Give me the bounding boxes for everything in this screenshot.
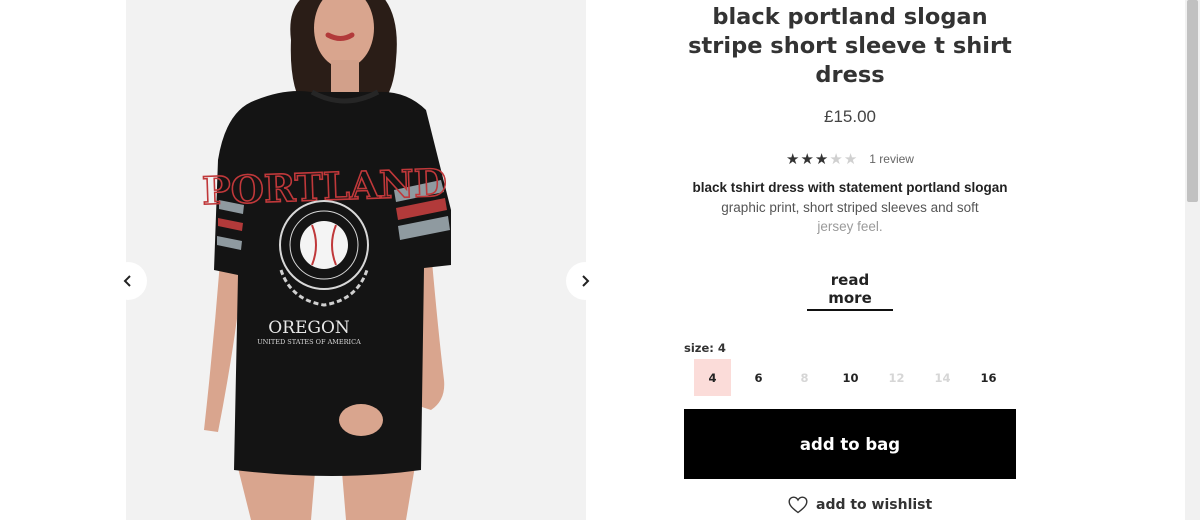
scrollbar-thumb[interactable] <box>1187 0 1198 202</box>
product-description: black tshirt dress with statement portla… <box>684 178 1016 237</box>
wishlist-label: add to wishlist <box>816 497 933 513</box>
next-image-button[interactable] <box>566 262 604 300</box>
product-title: black portland slogan stripe short sleev… <box>684 3 1016 90</box>
product-photo: PORTLAND OREGON UNITED STATES OF AMERICA <box>126 0 586 520</box>
size-option-6[interactable]: 6 <box>740 359 777 396</box>
size-option-14: 14 <box>934 370 951 385</box>
product-title-line: black portland slogan <box>712 4 988 30</box>
product-rating[interactable]: ★ ★ ★ ★ ★ 1 review <box>684 151 1016 167</box>
star-icon: ★ <box>786 150 800 168</box>
description-line: black tshirt dress with statement portla… <box>692 180 1008 195</box>
star-empty-icon: ★ <box>829 150 843 168</box>
page-scrollbar[interactable] <box>1185 0 1200 520</box>
size-option-8: 8 <box>800 370 809 385</box>
star-empty-icon: ★ <box>843 150 858 168</box>
product-title-line: stripe short sleeve t shirt <box>688 33 1012 59</box>
previous-image-button[interactable] <box>109 262 147 300</box>
product-image-gallery: PORTLAND OREGON UNITED STATES OF AMERICA <box>126 0 586 520</box>
size-option-16[interactable]: 16 <box>970 359 1007 396</box>
size-selector: 4 6 8 10 12 14 16 <box>694 359 1007 396</box>
chevron-left-icon <box>123 275 131 287</box>
print-state: OREGON <box>268 318 350 338</box>
size-label: size: 4 <box>684 341 726 355</box>
rating-stars: ★ ★ ★ ★ ★ <box>786 151 857 167</box>
size-option-12: 12 <box>888 370 905 385</box>
product-title-line: dress <box>815 62 885 88</box>
product-price: £15.00 <box>824 107 876 126</box>
heart-icon <box>788 496 808 514</box>
description-line: jersey feel. <box>817 219 883 234</box>
chevron-right-icon <box>582 275 590 287</box>
star-icon: ★ <box>800 150 814 168</box>
size-option-4[interactable]: 4 <box>694 359 731 396</box>
description-line: graphic print, short striped sleeves and… <box>721 199 979 215</box>
print-slogan: PORTLAND <box>201 160 447 214</box>
print-country: UNITED STATES OF AMERICA <box>257 338 361 346</box>
star-icon: ★ <box>814 150 829 168</box>
size-option-10[interactable]: 10 <box>832 359 869 396</box>
add-to-bag-button[interactable]: add to bag <box>684 409 1016 479</box>
add-to-wishlist-button[interactable]: add to wishlist <box>788 496 932 514</box>
read-more-link[interactable]: read more <box>807 271 893 311</box>
review-count-link[interactable]: 1 review <box>869 152 914 166</box>
